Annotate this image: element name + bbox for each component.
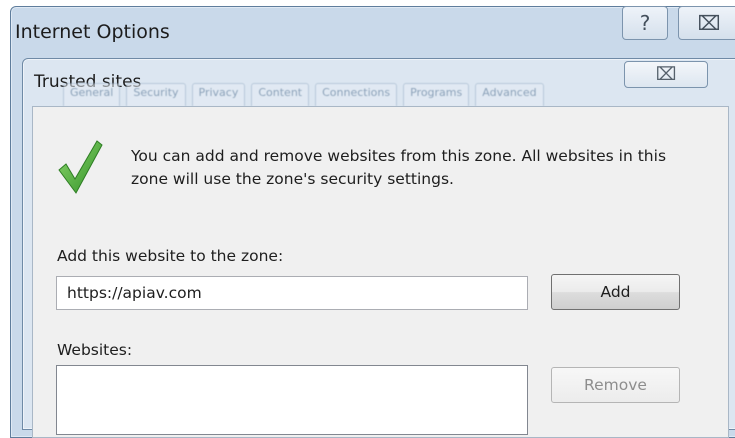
websites-label: Websites:: [57, 341, 133, 359]
tab-privacy: Privacy: [191, 83, 246, 106]
tab-connections: Connections: [315, 83, 398, 106]
tab-content: Content: [251, 83, 310, 106]
tab-general: General: [63, 83, 121, 106]
help-button[interactable]: ?: [622, 6, 668, 40]
check-icon: [58, 140, 103, 194]
tab-programs: Programs: [403, 83, 470, 106]
add-button[interactable]: Add: [551, 274, 680, 310]
add-website-label: Add this website to the zone:: [57, 247, 284, 265]
tab-security: Security: [126, 83, 186, 106]
website-url-input[interactable]: [56, 276, 528, 310]
remove-button[interactable]: Remove: [551, 367, 680, 403]
dialog-close-button[interactable]: ⌧: [624, 61, 708, 88]
window-close-button[interactable]: ⌧: [678, 6, 735, 40]
window-title: Internet Options: [15, 21, 170, 43]
websites-list[interactable]: [56, 365, 528, 435]
help-icon: ?: [639, 11, 651, 35]
close-icon: ⌧: [697, 11, 721, 35]
tab-advanced: Advanced: [475, 83, 544, 106]
close-icon: ⌧: [655, 64, 677, 85]
zone-description: You can add and remove websites from thi…: [131, 147, 667, 188]
background-tabs: General Security Privacy Content Connect…: [63, 83, 544, 106]
